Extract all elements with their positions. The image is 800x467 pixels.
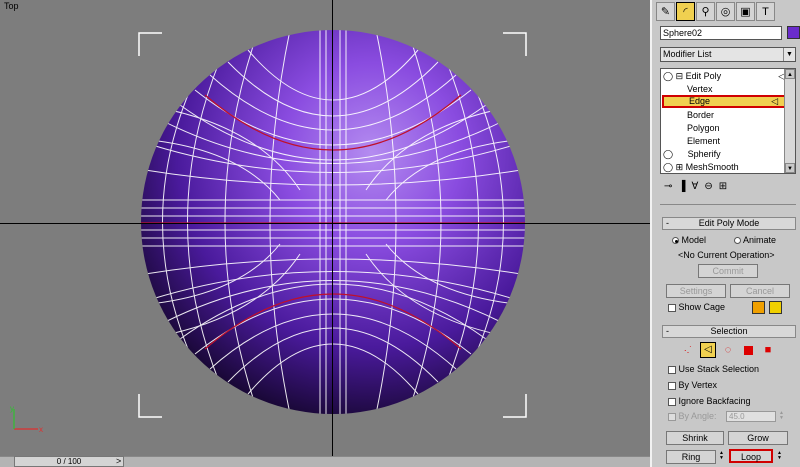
ignore-backfacing-label: Ignore Backfacing xyxy=(678,396,751,406)
stack-item-label: Vertex xyxy=(687,84,713,94)
ring-button[interactable]: Ring xyxy=(666,450,716,464)
stack-item-label: Polygon xyxy=(687,123,720,133)
by-angle-label: By Angle: xyxy=(678,411,717,421)
subobject-toolbar: ·.˙ ◁ ◌ ■ xyxy=(680,342,776,358)
checkbox-icon xyxy=(668,397,676,406)
collapse-sign: - xyxy=(666,326,669,336)
stack-item-meshsmooth[interactable]: ◯ ⊞ MeshSmooth xyxy=(663,161,787,174)
edit-poly-mode-rollout-header[interactable]: - Edit Poly Mode xyxy=(662,217,796,230)
configure-sets-icon[interactable]: ⊞ xyxy=(719,181,727,192)
time-slider[interactable]: 0 / 100 xyxy=(14,456,124,467)
modifier-list-label: Modifier List xyxy=(663,49,712,59)
stack-item-edge[interactable]: Edge ◁ xyxy=(662,95,786,108)
edge-mode-icon[interactable]: ◁ xyxy=(700,342,716,358)
object-color-swatch[interactable] xyxy=(787,26,800,39)
time-slider-next-button[interactable]: > xyxy=(116,456,121,466)
by-vertex-checkbox[interactable]: By Vertex xyxy=(668,380,717,390)
loop-button[interactable]: Loop xyxy=(729,449,773,463)
animate-radio[interactable]: Animate xyxy=(734,235,776,245)
stack-item-label: MeshSmooth xyxy=(685,162,739,172)
animate-label: Animate xyxy=(743,235,777,245)
lightbulb-icon[interactable]: ◯ xyxy=(663,149,673,159)
checkbox-icon xyxy=(668,381,676,390)
model-radio[interactable]: Model xyxy=(672,235,706,245)
ignore-backfacing-checkbox[interactable]: Ignore Backfacing xyxy=(668,396,751,406)
scroll-up-icon[interactable]: ▲ xyxy=(785,69,795,79)
collapse-icon[interactable]: ⊟ xyxy=(676,71,684,81)
grid-axis-vertical xyxy=(332,0,333,456)
radio-icon xyxy=(672,237,679,245)
stack-item-label: Edge xyxy=(689,96,711,106)
grow-button[interactable]: Grow xyxy=(728,431,788,445)
make-unique-icon[interactable]: ∀ xyxy=(691,181,698,192)
modifier-stack[interactable]: ◯ ⊟ Edit Poly ◁ Vertex Edge ◁ Border Pol… xyxy=(660,68,796,174)
command-panel: ✎ ◜ ⚲ ◎ ▣ T Sphere02 Modifier List ▼ ◯ ⊟… xyxy=(650,0,800,467)
sphere-mesh xyxy=(138,30,527,418)
stack-item-edit-poly[interactable]: ◯ ⊟ Edit Poly ◁ xyxy=(663,70,787,83)
spinner-arrows-icon[interactable]: ▲ ▼ xyxy=(778,411,785,421)
by-vertex-label: By Vertex xyxy=(678,380,718,390)
use-stack-selection-checkbox[interactable]: Use Stack Selection xyxy=(668,364,759,374)
stack-item-label: Border xyxy=(687,110,715,120)
selection-rollout-header[interactable]: - Selection xyxy=(662,325,796,338)
hierarchy-tab-icon[interactable]: ⚲ xyxy=(696,2,715,21)
edge-subobject-icon: ◁ xyxy=(771,96,778,106)
show-cage-checkbox[interactable]: Show Cage xyxy=(668,302,725,312)
divider xyxy=(660,204,796,205)
scroll-down-icon[interactable]: ▼ xyxy=(785,163,795,173)
stack-item-label: Edit Poly xyxy=(685,71,722,81)
model-label: Model xyxy=(681,235,707,245)
stack-item-spherify[interactable]: ◯ Spherify xyxy=(663,148,787,161)
ring-spinner-icon[interactable]: ▲ ▼ xyxy=(718,451,725,461)
settings-button[interactable]: Settings xyxy=(666,284,726,298)
lightbulb-icon[interactable]: ◯ xyxy=(663,162,673,172)
current-operation-text: <No Current Operation> xyxy=(678,250,775,260)
collapse-sign: - xyxy=(666,218,669,228)
dropdown-arrow-icon: ▼ xyxy=(783,48,795,61)
axis-tripod-icon: x y xyxy=(10,405,43,434)
cage-selected-color-swatch[interactable] xyxy=(769,301,782,314)
stack-toolbar: ⊸ ▐ ∀ ⊖ ⊞ xyxy=(660,178,796,194)
cage-color-swatch[interactable] xyxy=(752,301,765,314)
pin-stack-icon[interactable]: ⊸ xyxy=(664,181,672,192)
checkbox-icon xyxy=(668,303,676,312)
vertex-mode-icon[interactable]: ·.˙ xyxy=(680,342,696,358)
stack-item-label: Element xyxy=(687,136,721,146)
modifier-list-dropdown[interactable]: Modifier List ▼ xyxy=(660,47,796,62)
lightbulb-icon[interactable]: ◯ xyxy=(663,71,673,81)
shrink-button[interactable]: Shrink xyxy=(666,431,724,445)
motion-tab-icon[interactable]: ◎ xyxy=(716,2,735,21)
radio-icon xyxy=(734,237,741,245)
commit-button[interactable]: Commit xyxy=(698,264,758,278)
create-tab-icon[interactable]: ✎ xyxy=(656,2,675,21)
use-stack-selection-label: Use Stack Selection xyxy=(678,364,760,374)
by-angle-checkbox[interactable]: By Angle: xyxy=(668,411,717,421)
stack-item-label: Spherify xyxy=(687,149,721,159)
cancel-button[interactable]: Cancel xyxy=(730,284,790,298)
checkbox-icon xyxy=(668,412,676,421)
svg-text:y: y xyxy=(10,405,14,413)
command-panel-tabs: ✎ ◜ ⚲ ◎ ▣ T xyxy=(656,2,796,22)
rollout-title: Edit Poly Mode xyxy=(698,218,760,228)
modify-tab-icon[interactable]: ◜ xyxy=(676,2,695,21)
loop-spinner-icon[interactable]: ▲ ▼ xyxy=(776,451,783,461)
display-tab-icon[interactable]: ▣ xyxy=(736,2,755,21)
stack-scrollbar[interactable]: ▲ ▼ xyxy=(784,69,795,173)
object-name-input[interactable]: Sphere02 xyxy=(660,26,782,40)
svg-text:x: x xyxy=(39,425,43,434)
viewport-top[interactable]: Top x y xyxy=(0,0,650,456)
element-mode-icon[interactable]: ■ xyxy=(760,342,776,358)
show-end-result-icon[interactable]: ▐ xyxy=(678,181,685,192)
utilities-tab-icon[interactable]: T xyxy=(756,2,775,21)
checkbox-icon xyxy=(668,365,676,374)
remove-modifier-icon[interactable]: ⊖ xyxy=(704,181,712,192)
grid-axis-horizontal xyxy=(0,223,650,224)
show-cage-label: Show Cage xyxy=(678,302,726,312)
border-mode-icon[interactable]: ◌ xyxy=(720,342,736,358)
expand-icon[interactable]: ⊞ xyxy=(676,162,684,172)
rollout-title: Selection xyxy=(710,326,748,336)
polygon-mode-icon[interactable] xyxy=(740,342,756,358)
by-angle-spinner[interactable]: 45.0 xyxy=(726,411,776,422)
